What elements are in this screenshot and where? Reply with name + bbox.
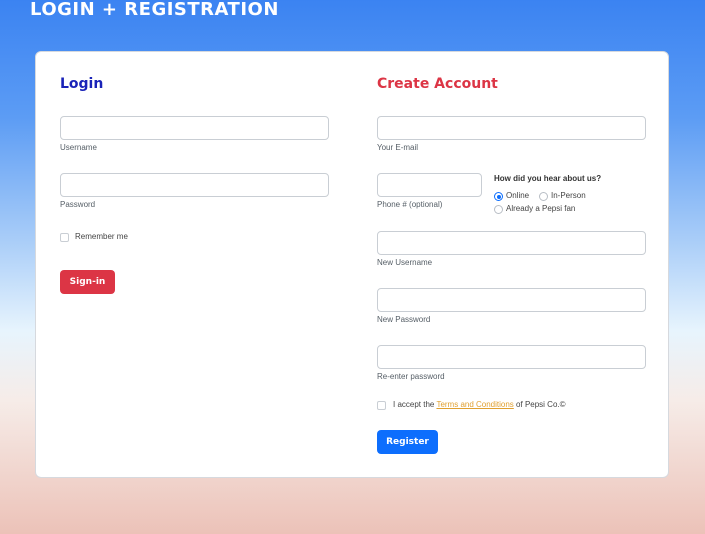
auth-card: Login Username Password Remember me Sign… — [35, 51, 669, 478]
email-label: Your E-mail — [377, 143, 419, 152]
radio-online[interactable] — [494, 192, 503, 201]
terms-text: I accept the Terms and Conditions of Pep… — [393, 400, 566, 410]
email-input[interactable] — [377, 116, 646, 140]
remember-me-checkbox[interactable] — [60, 233, 69, 242]
username-input[interactable] — [60, 116, 329, 140]
terms-checkbox[interactable] — [377, 401, 386, 410]
new-password-input[interactable] — [377, 288, 646, 312]
terms-prefix: I accept the — [393, 400, 435, 409]
login-title: Login — [60, 76, 104, 92]
password-input[interactable] — [60, 173, 329, 197]
reenter-password-input[interactable] — [377, 345, 646, 369]
reenter-password-label: Re-enter password — [377, 372, 445, 381]
hear-about-us-label: How did you hear about us? — [494, 174, 602, 183]
radio-in-person-label: In-Person — [551, 191, 586, 200]
page-title: LOGIN + REGISTRATION — [30, 0, 279, 20]
password-label: Password — [60, 200, 96, 209]
phone-label: Phone # (optional) — [377, 200, 443, 209]
username-label: Username — [60, 143, 97, 152]
sign-in-button[interactable]: Sign-in — [60, 270, 115, 294]
new-username-input[interactable] — [377, 231, 646, 255]
create-account-title: Create Account — [377, 76, 498, 92]
new-password-label: New Password — [377, 315, 431, 324]
radio-pepsi-fan[interactable] — [494, 205, 503, 214]
terms-suffix: of Pepsi Co.© — [516, 400, 566, 409]
phone-input[interactable] — [377, 173, 482, 197]
radio-online-label: Online — [506, 191, 530, 200]
new-username-label: New Username — [377, 258, 433, 267]
radio-in-person[interactable] — [539, 192, 548, 201]
remember-me-label: Remember me — [75, 232, 128, 241]
terms-link[interactable]: Terms and Conditions — [436, 400, 513, 409]
register-button[interactable]: Register — [377, 430, 438, 454]
radio-pepsi-fan-label: Already a Pepsi fan — [506, 204, 576, 213]
